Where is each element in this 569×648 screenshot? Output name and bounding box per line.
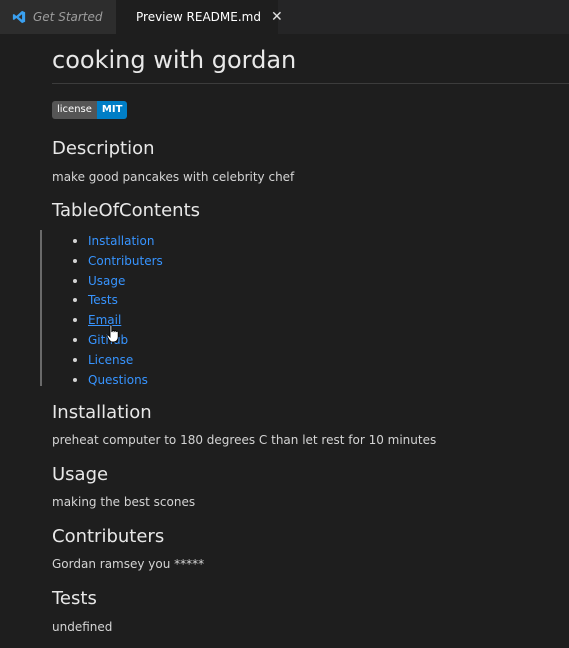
description-heading: Description <box>52 138 155 159</box>
contributers-heading: Contributers <box>52 526 165 547</box>
toc-heading: TableOfContents <box>52 200 201 221</box>
close-icon[interactable]: ✕ <box>271 10 283 24</box>
tab-preview-readme[interactable]: Preview README.md ✕ <box>116 0 283 34</box>
title-divider <box>52 83 569 84</box>
license-badge[interactable]: license MIT <box>52 101 128 119</box>
badge-value: MIT <box>96 101 128 119</box>
toc-link-installation[interactable]: Installation <box>88 234 154 248</box>
toc-link-usage[interactable]: Usage <box>88 274 125 288</box>
tests-heading: Tests <box>52 588 97 609</box>
page-title: cooking with gordan <box>52 46 297 74</box>
usage-heading: Usage <box>52 464 109 485</box>
tab-get-started[interactable]: Get Started <box>0 0 116 34</box>
usage-text: making the best scones <box>52 495 196 509</box>
badge-label: license <box>52 101 97 119</box>
toc-link-questions[interactable]: Questions <box>88 373 148 387</box>
list-item: Tests <box>52 290 163 310</box>
vscode-logo-icon <box>12 10 26 24</box>
list-item: Questions <box>52 370 163 390</box>
toc-link-contributers[interactable]: Contributers <box>88 254 163 268</box>
toc-link-tests[interactable]: Tests <box>88 293 118 307</box>
toc-list: Installation Contributers Usage Tests Em… <box>52 231 163 389</box>
list-item: Contributers <box>52 251 163 271</box>
installation-heading: Installation <box>52 402 152 423</box>
hand-pointer-cursor-icon <box>106 324 119 343</box>
contributers-text: Gordan ramsey you ***** <box>52 557 205 571</box>
list-item: Usage <box>52 271 163 291</box>
description-text: make good pancakes with celebrity chef <box>52 170 295 184</box>
list-item: Installation <box>52 231 163 251</box>
list-item: License <box>52 350 163 370</box>
tab-label: Get Started <box>33 10 103 24</box>
toc-blockquote-bar <box>40 230 42 386</box>
editor-tab-bar: Get Started Preview README.md ✕ <box>0 0 569 34</box>
markdown-preview: cooking with gordan license MIT Descript… <box>0 34 569 648</box>
installation-text: preheat computer to 180 degrees C than l… <box>52 433 437 447</box>
tab-label: Preview README.md <box>136 10 261 24</box>
toc-link-license[interactable]: License <box>88 353 133 367</box>
tests-text: undefined <box>52 620 113 634</box>
